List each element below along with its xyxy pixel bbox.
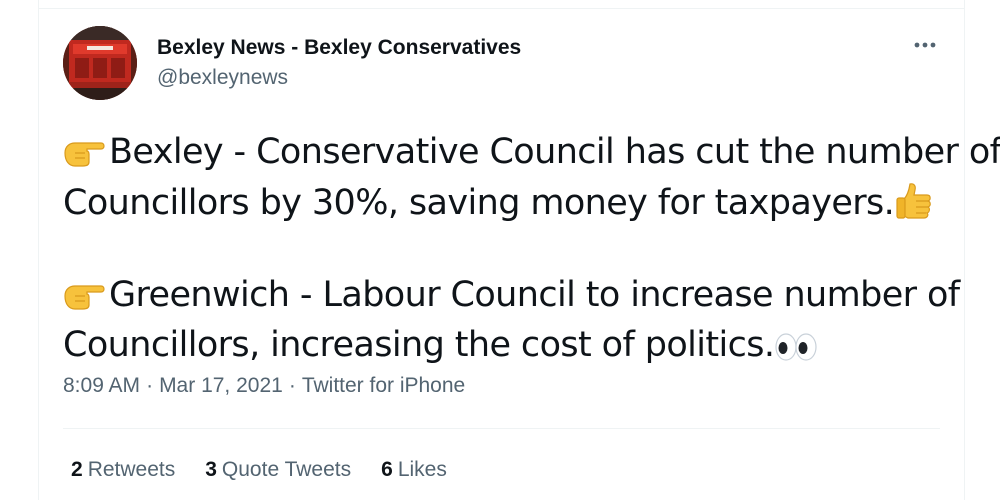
avatar[interactable] xyxy=(63,26,137,100)
backhand-index-pointing-right-emoji xyxy=(63,136,107,180)
likes-stat[interactable]: 6 Likes xyxy=(381,456,447,484)
paragraph-line: Bexley - Conservative Council has cut th… xyxy=(109,132,1000,172)
tweet-paragraph: Greenwich - Labour Council to increase n… xyxy=(63,273,960,373)
author-block[interactable]: Bexley News - Bexley Conservatives @bexl… xyxy=(157,34,521,92)
tweet-text: Bexley - Conservative Council has cut th… xyxy=(63,130,1000,373)
retweets-stat[interactable]: 2 Retweets xyxy=(71,456,175,484)
quote-tweets-stat[interactable]: 3 Quote Tweets xyxy=(205,456,351,484)
paragraph-line: Councillors, increasing the cost of poli… xyxy=(63,325,775,365)
retweets-count: 2 xyxy=(71,458,83,481)
tweet-card: Bexley News - Bexley Conservatives @bexl… xyxy=(38,0,1000,500)
more-options-button[interactable] xyxy=(910,32,940,58)
avatar-image xyxy=(63,26,137,100)
quote-tweets-count: 3 xyxy=(205,458,217,481)
paragraph-line: Councillors by 30%, saving money for tax… xyxy=(63,183,895,223)
meta-separator: · xyxy=(288,374,296,397)
retweets-label: Retweets xyxy=(87,458,176,481)
author-display-name[interactable]: Bexley News - Bexley Conservatives xyxy=(157,34,521,62)
paragraph-line: Greenwich - Labour Council to increase n… xyxy=(109,275,960,315)
more-horizontal-icon xyxy=(914,42,936,48)
tweet-metadata: 8:09 AM · Mar 17, 2021 · Twitter for iPhone xyxy=(63,372,465,400)
tweet-source[interactable]: Twitter for iPhone xyxy=(302,374,465,397)
divider xyxy=(63,428,940,429)
tweet-paragraph: Bexley - Conservative Council has cut th… xyxy=(63,130,1000,231)
likes-label: Likes xyxy=(397,458,447,481)
top-divider xyxy=(39,8,964,9)
backhand-index-pointing-right-emoji xyxy=(63,279,107,323)
quote-tweets-label: Quote Tweets xyxy=(221,458,352,481)
meta-separator: · xyxy=(146,374,154,397)
tweet-date[interactable]: Mar 17, 2021 xyxy=(159,374,283,397)
likes-count: 6 xyxy=(381,458,393,481)
tweet-time[interactable]: 8:09 AM xyxy=(63,374,140,397)
author-handle[interactable]: @bexleynews xyxy=(157,64,521,92)
engagement-stats: 2 Retweets 3 Quote Tweets 6 Likes xyxy=(71,456,477,484)
thumbs-up-emoji xyxy=(894,180,934,231)
eyes-emoji xyxy=(774,329,818,373)
